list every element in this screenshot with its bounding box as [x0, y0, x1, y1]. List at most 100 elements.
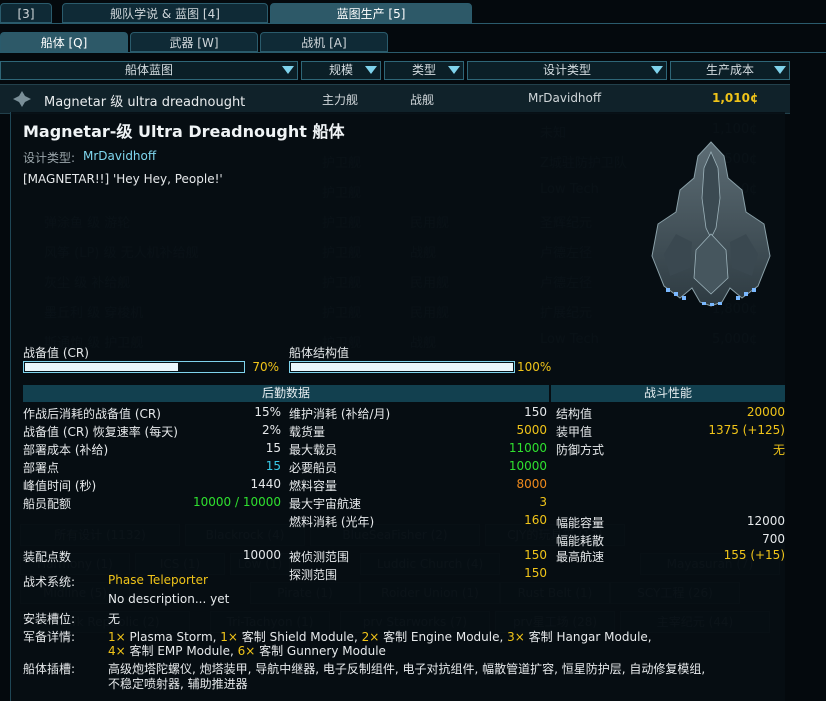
column-header-cost[interactable]: 生产成本 [670, 61, 790, 80]
system-value: Phase Teleporter [108, 573, 208, 587]
ship-title: Magnetar-级 Ultra Dreadnought 船体 [23, 122, 345, 141]
cr-bar [23, 361, 245, 373]
column-header-type[interactable]: 类型 [384, 61, 464, 80]
armament-name: 客制 Hangar Module, [524, 630, 652, 644]
max-speed-value: 155 (+15) [723, 548, 785, 562]
stat-value: 700 [762, 532, 785, 546]
subtab-hulls[interactable]: 船体 [Q] [0, 32, 128, 52]
stat-value: 15 [265, 441, 281, 455]
cr-value: 70% [252, 360, 279, 374]
stat-label: 最大载员 [289, 443, 338, 457]
stat-label: 幅能容量 [556, 516, 605, 530]
design-type-label: 设计类型: [23, 151, 76, 165]
stat-label: 装甲值 [556, 425, 593, 439]
combat-header: 战斗性能 [551, 385, 785, 402]
ship-image [651, 141, 771, 307]
stat-label: 船员配额 [23, 497, 72, 511]
chevron-down-icon [651, 66, 663, 74]
stat-value: 20000 [746, 405, 785, 419]
stat-label: 部署成本 (补给) [23, 443, 109, 457]
stat-label: 防御方式 [556, 443, 605, 457]
hullmods-line-2: 不稳定喷射器, 辅助推进器 [108, 677, 248, 691]
armament-name: 客制 Gunnery Module [255, 644, 386, 658]
ship-icon [13, 91, 31, 107]
sensor-strength-value: 150 [524, 566, 547, 580]
stat-label: 战备值 (CR) 恢复速率 (每天) [23, 425, 178, 439]
sensor-profile-label: 被侦测范围 [289, 550, 350, 564]
hull-bar [289, 361, 515, 373]
chevron-down-icon [774, 66, 786, 74]
armament-count: 3× [507, 630, 525, 644]
subtab-weapons[interactable]: 武器 [W] [130, 32, 258, 52]
sensor-strength-label: 探测范围 [289, 568, 338, 582]
mounts-value: 无 [108, 612, 121, 626]
cr-bar-fill [25, 363, 178, 371]
stat-value: 8000 [516, 477, 547, 491]
column-header-design-type[interactable]: 设计类型 [467, 61, 667, 80]
logistics-header: 后勤数据 [23, 385, 549, 402]
stat-value: 无 [772, 443, 785, 457]
stat-value: 15 [265, 459, 281, 473]
armament-count: 4× [108, 644, 126, 658]
stat-value: 12000 [746, 514, 785, 528]
armament-name: 客制 EMP Module, [125, 644, 238, 658]
subtab-fighters[interactable]: 战机 [A] [260, 32, 388, 52]
stat-label: 必要船员 [289, 461, 338, 475]
row-design: MrDavidhoff [528, 91, 602, 105]
ship-detail-panel: Magnetar-级 Ultra Dreadnought 船体 设计类型: Mr… [10, 112, 785, 701]
row-type: 战舰 [410, 93, 435, 107]
hull-value: 100% [517, 360, 552, 374]
stat-label: 幅能耗散 [556, 534, 605, 548]
hull-bar-fill [291, 363, 513, 371]
row-name: Magnetar 级 ultra dreadnought [44, 95, 246, 110]
chevron-down-icon [282, 66, 294, 74]
column-header-blueprint[interactable]: 船体蓝图 [0, 61, 298, 80]
column-header-size[interactable]: 规模 [301, 61, 381, 80]
armaments-label: 军备详情: [23, 630, 76, 644]
hullmods-label: 船体插槽: [23, 662, 76, 676]
ship-quote: [MAGNETAR!!] 'Hey Hey, People!' [23, 172, 223, 186]
row-cost: 1,010¢ [712, 91, 759, 105]
armament-name: 客制 Engine Module, [379, 630, 508, 644]
stat-value: 1440 [250, 477, 281, 491]
chevron-down-icon [448, 66, 460, 74]
system-label: 战术系统: [23, 575, 76, 589]
ordnance-value: 10000 [242, 548, 281, 562]
tab-top-0[interactable]: [3] [0, 3, 52, 23]
stat-value: 11000 [508, 441, 547, 455]
chevron-down-icon [365, 66, 377, 74]
design-type-value: MrDavidhoff [83, 149, 157, 163]
hull-label: 船体结构值 [289, 346, 350, 360]
tab-doctrine-blueprints[interactable]: 舰队学说 & 蓝图 [4] [62, 3, 268, 23]
stat-value: 1375 (+125) [708, 423, 785, 437]
stat-label: 峰值时间 (秒) [23, 479, 97, 493]
cr-label: 战备值 (CR) [23, 346, 89, 360]
stat-value: 10000 [508, 459, 547, 473]
stat-label: 燃料容量 [289, 479, 338, 493]
stat-value: 3 [539, 495, 547, 509]
stat-label: 结构值 [556, 407, 593, 421]
stat-value: 10000 / 10000 [192, 495, 281, 509]
stat-value: 2% [261, 423, 281, 437]
sensor-profile-value: 150 [524, 548, 547, 562]
stat-label: 燃料消耗 (光年) [289, 515, 375, 529]
tab-blueprint-production[interactable]: 蓝图生产 [5] [270, 3, 472, 23]
row-size: 主力舰 [322, 93, 359, 107]
mounts-label: 安装槽位: [23, 612, 76, 626]
stat-label: 最大宇宙航速 [289, 497, 362, 511]
stat-label: 作战后消耗的战备值 (CR) [23, 407, 161, 421]
subtab-bar-divider [0, 52, 826, 53]
armament-count: 6× [237, 644, 256, 658]
stat-value: 150 [524, 405, 547, 419]
system-description: No description... yet [108, 592, 230, 606]
stat-label: 维护消耗 (补给/月) [289, 407, 391, 421]
stat-label: 载货量 [289, 425, 326, 439]
max-speed-label: 最高航速 [556, 550, 605, 564]
table-row-selected[interactable]: Magnetar 级 ultra dreadnought 主力舰 战舰 MrDa… [0, 84, 790, 114]
tab-bar-divider [0, 23, 826, 24]
stat-label: 部署点 [23, 461, 60, 475]
stat-value: 15% [254, 405, 281, 419]
armaments-line-2: 4× 客制 EMP Module, 6× 客制 Gunnery Module [108, 642, 386, 659]
ordnance-label: 装配点数 [23, 550, 72, 564]
stat-value: 160 [524, 513, 547, 527]
